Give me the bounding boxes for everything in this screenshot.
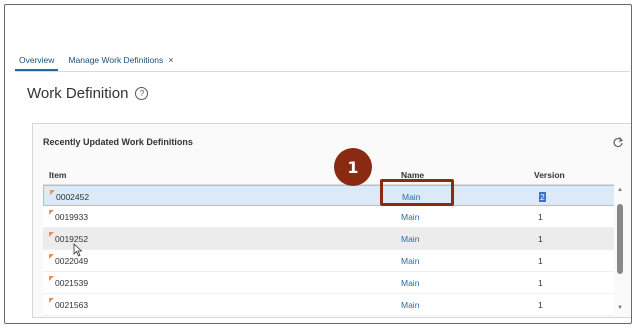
column-header-item[interactable]: Item [49, 170, 66, 180]
mouse-cursor-icon [73, 243, 83, 257]
item-cell: 0002452 [50, 190, 90, 202]
vertical-scrollbar[interactable]: ▲ ▼ [614, 184, 626, 317]
item-cell: 0021539 [49, 276, 89, 288]
item-number: 0021563 [55, 300, 89, 310]
name-link[interactable]: Main [401, 212, 419, 222]
column-header-version[interactable]: Version [534, 170, 565, 180]
step-callout-badge: 1 [334, 148, 372, 186]
item-number: 0021539 [55, 278, 89, 288]
table-row[interactable]: 0021539 Main 1 [43, 272, 626, 294]
close-icon[interactable]: × [168, 55, 173, 65]
flag-icon [50, 190, 55, 195]
help-icon[interactable]: ? [135, 87, 149, 100]
version-cell: 2 [539, 192, 546, 202]
item-cell: 0019933 [49, 210, 89, 222]
item-number: 0002452 [56, 192, 90, 202]
flag-icon [49, 232, 54, 237]
flag-icon [49, 276, 54, 281]
scroll-thumb[interactable] [617, 204, 623, 274]
scroll-up-icon[interactable]: ▲ [617, 187, 623, 193]
flag-icon [49, 210, 54, 215]
card-title: Recently Updated Work Definitions [43, 137, 193, 147]
table-row[interactable]: 0019933 Main 1 [43, 206, 626, 228]
tab-overview-label: Overview [19, 55, 55, 65]
item-number: 0019933 [55, 212, 89, 222]
item-number: 0019252 [55, 234, 89, 244]
version-value: 1 [538, 256, 543, 266]
name-link[interactable]: Main [401, 256, 419, 266]
item-number: 0022049 [55, 256, 89, 266]
tab-manage-label: Manage Work Definitions [68, 55, 164, 65]
tab-bar: Overview Manage Work Definitions × [15, 45, 630, 72]
table-row[interactable]: 0022049 Main 1 [43, 250, 626, 272]
name-link[interactable]: Main [401, 278, 419, 288]
table-row[interactable]: 0021563 Main 1 [43, 294, 626, 316]
scroll-down-icon[interactable]: ▼ [617, 305, 623, 311]
recent-work-definitions-card: Recently Updated Work Definitions Item N… [32, 123, 631, 318]
item-cell: 0021563 [49, 298, 89, 310]
name-link[interactable]: Main [401, 234, 419, 244]
version-value: 2 [539, 192, 546, 202]
flag-icon [49, 298, 54, 303]
version-value: 1 [538, 278, 543, 288]
version-value: 1 [538, 212, 543, 222]
name-link[interactable]: Main [401, 300, 419, 310]
page-title: Work Definition ? [27, 85, 149, 102]
app-window: Overview Manage Work Definitions × Work … [4, 4, 632, 324]
version-value: 1 [538, 300, 543, 310]
highlight-box [380, 179, 454, 206]
tab-overview[interactable]: Overview [15, 55, 59, 71]
refresh-icon[interactable] [612, 136, 624, 148]
version-value: 1 [538, 234, 543, 244]
page-title-text: Work Definition [27, 85, 129, 102]
table-row[interactable]: 0002452 Main 2 [43, 185, 626, 206]
table-row[interactable]: 0019252 Main 1 [43, 228, 626, 250]
flag-icon [49, 254, 54, 259]
tab-manage-work-definitions[interactable]: Manage Work Definitions × [64, 55, 177, 71]
work-definitions-table: Item Name Version 0002452 Main 2 0019933… [43, 164, 626, 317]
item-cell: 0022049 [49, 254, 89, 266]
